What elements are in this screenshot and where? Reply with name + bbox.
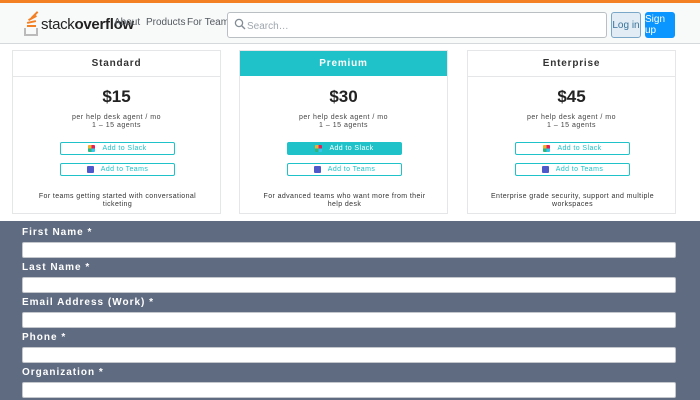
stackoverflow-logo-icon bbox=[24, 11, 39, 36]
signup-button[interactable]: Sign up bbox=[645, 12, 675, 38]
add-to-slack-button[interactable]: Add to Slack bbox=[515, 142, 630, 155]
last-name-label: Last Name * bbox=[22, 262, 91, 273]
add-to-teams-button[interactable]: Add to Teams bbox=[60, 163, 175, 176]
add-to-teams-button[interactable]: Add to Teams bbox=[515, 163, 630, 176]
phone-group: Phone * bbox=[22, 332, 676, 363]
plan-description: For advanced teams who want more from th… bbox=[263, 193, 426, 208]
email-label: Email Address (Work) * bbox=[22, 297, 155, 308]
first-name-label: First Name * bbox=[22, 227, 93, 238]
add-to-slack-button[interactable]: Add to Slack bbox=[287, 142, 402, 155]
last-name-field[interactable] bbox=[22, 277, 676, 293]
add-to-teams-label: Add to Teams bbox=[555, 166, 604, 173]
plan-price: $30 bbox=[329, 87, 358, 106]
email-group: Email Address (Work) * bbox=[22, 297, 676, 328]
teams-icon bbox=[86, 166, 94, 173]
plan-name: Standard bbox=[13, 51, 220, 77]
slack-icon bbox=[543, 145, 551, 152]
nav-about-link[interactable]: About bbox=[114, 17, 140, 28]
plan-card-enterprise: Enterprise $45 per help desk agent / mo … bbox=[467, 50, 676, 214]
plan-price: $45 bbox=[557, 87, 586, 106]
plan-price-unit: per help desk agent / mo bbox=[71, 114, 162, 121]
phone-label: Phone * bbox=[22, 332, 67, 343]
slack-icon bbox=[315, 145, 323, 152]
plan-name: Enterprise bbox=[468, 51, 675, 77]
email-field[interactable] bbox=[22, 312, 676, 328]
add-to-teams-label: Add to Teams bbox=[327, 166, 376, 173]
plan-description: Enterprise grade security, support and m… bbox=[490, 193, 655, 208]
add-to-slack-label: Add to Slack bbox=[557, 145, 602, 152]
add-to-teams-button[interactable]: Add to Teams bbox=[287, 163, 402, 176]
first-name-group: First Name * bbox=[22, 227, 676, 258]
slack-icon bbox=[88, 145, 96, 152]
last-name-group: Last Name * bbox=[22, 262, 676, 293]
plan-card-premium: Premium $30 per help desk agent / mo 1 –… bbox=[239, 50, 448, 214]
teams-icon bbox=[541, 166, 549, 173]
login-button[interactable]: Log in bbox=[611, 12, 641, 38]
pricing-plans: Standard $15 per help desk agent / mo 1 … bbox=[12, 46, 676, 214]
add-to-slack-button[interactable]: Add to Slack bbox=[60, 142, 175, 155]
nav-products-link[interactable]: Products bbox=[146, 17, 185, 28]
plan-description: For teams getting started with conversat… bbox=[38, 193, 197, 208]
teams-icon bbox=[313, 166, 321, 173]
add-to-slack-label: Add to Slack bbox=[329, 145, 374, 152]
organization-group: Organization * bbox=[22, 367, 676, 398]
contact-form: First Name * Last Name * Email Address (… bbox=[0, 221, 700, 400]
plan-card-standard: Standard $15 per help desk agent / mo 1 … bbox=[12, 50, 221, 214]
add-to-slack-label: Add to Slack bbox=[102, 145, 147, 152]
add-to-teams-label: Add to Teams bbox=[100, 166, 149, 173]
top-navigation-bar: stackoverflow About Products For Teams L… bbox=[0, 0, 700, 44]
plan-price-unit: per help desk agent / mo bbox=[298, 114, 389, 121]
search-input[interactable] bbox=[245, 14, 604, 38]
plan-agent-range: 1 – 15 agents bbox=[319, 122, 368, 129]
plan-agent-range: 1 – 15 agents bbox=[92, 122, 141, 129]
plan-agent-range: 1 – 15 agents bbox=[547, 122, 596, 129]
plan-price-unit: per help desk agent / mo bbox=[526, 114, 617, 121]
organization-label: Organization * bbox=[22, 367, 104, 378]
plan-name: Premium bbox=[240, 51, 447, 76]
first-name-field[interactable] bbox=[22, 242, 676, 258]
search-box[interactable] bbox=[227, 12, 607, 38]
organization-field[interactable] bbox=[22, 382, 676, 398]
phone-field[interactable] bbox=[22, 347, 676, 363]
plan-price: $15 bbox=[102, 87, 131, 106]
